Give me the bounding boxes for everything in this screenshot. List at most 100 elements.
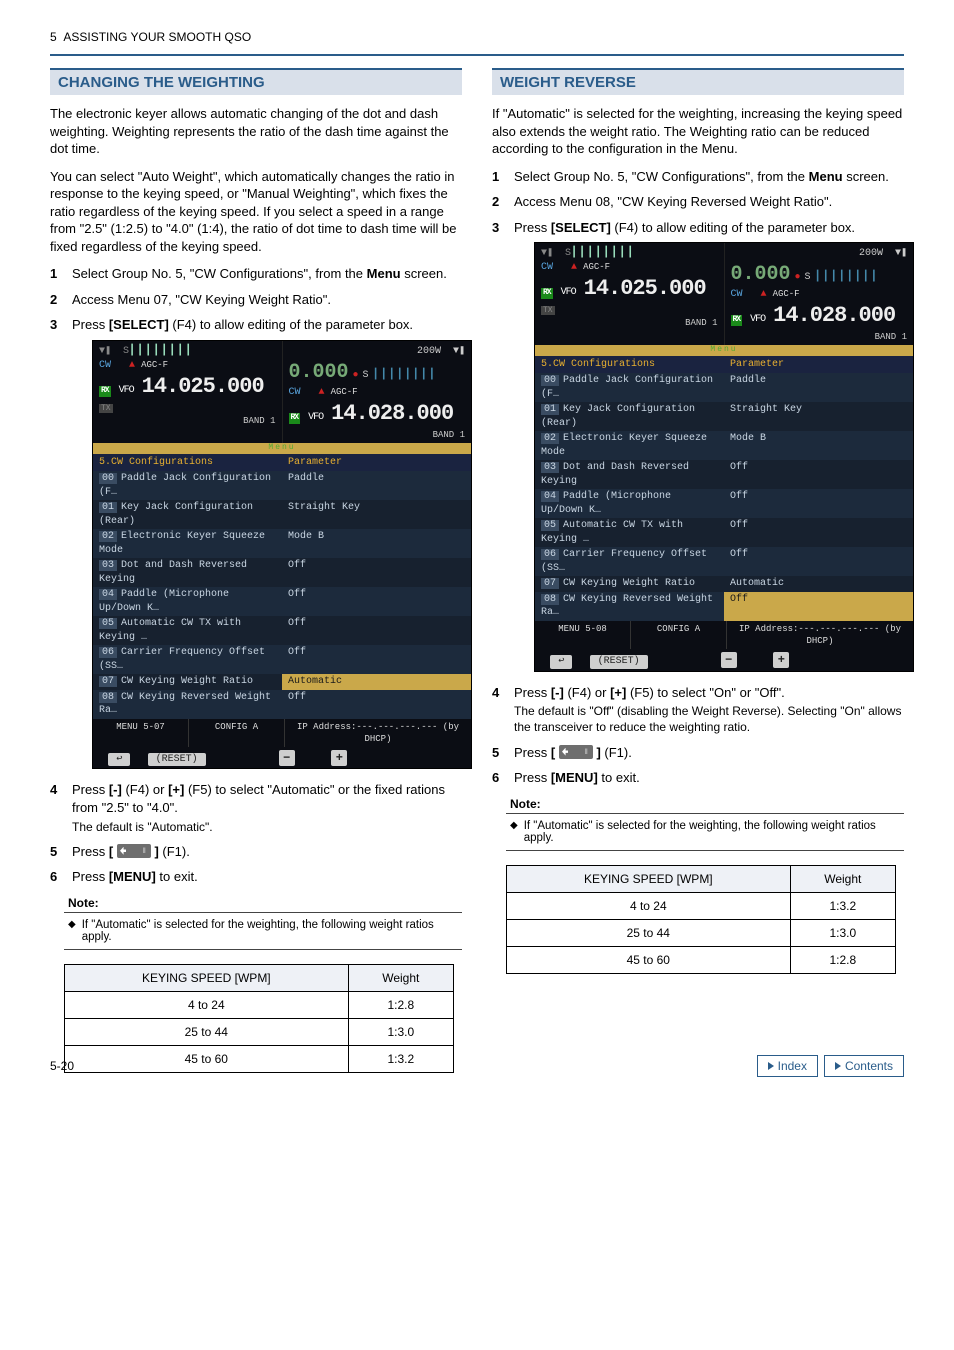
fig-param-row: 05Automatic CW TX with Keying …Off — [93, 616, 471, 645]
fig-param-row: 01Key Jack Configuration (Rear)Straight … — [535, 402, 913, 431]
contents-label: Contents — [845, 1059, 893, 1073]
tx-badge: TX — [99, 404, 113, 413]
cell: 45 to 60 — [507, 946, 791, 973]
text: Press — [514, 770, 551, 785]
text: Press — [72, 844, 109, 859]
reset-label: (RESET) — [590, 655, 648, 669]
fig-param-row: 06Carrier Frequency Offset (SS…Off — [93, 645, 471, 674]
vfo2: VFO — [750, 313, 765, 327]
watt-label: 200W — [859, 248, 883, 259]
contents-button[interactable]: Contents — [824, 1055, 904, 1077]
bold: [SELECT] — [551, 220, 611, 235]
menu-strip: Menu — [93, 443, 471, 454]
section-title-left: CHANGING THE WEIGHTING — [50, 68, 462, 95]
triangle-icon — [835, 1062, 841, 1070]
config: CONFIG A — [189, 719, 285, 747]
page-footer: 5-20 Index Contents — [50, 1055, 904, 1077]
fig-param-row: 07CW Keying Weight RatioAutomatic — [535, 576, 913, 592]
note-body-left: ◆If "Automatic" is selected for the weig… — [64, 917, 462, 950]
index-label: Index — [778, 1059, 807, 1073]
fig-param-row: 03Dot and Dash Reversed KeyingOff — [535, 460, 913, 489]
rx-badge: RX — [99, 386, 111, 397]
bold: [-] — [109, 782, 122, 797]
cell: 1:3.2 — [790, 892, 895, 919]
chapter-num: 5 — [50, 30, 57, 44]
cell: 1:3.0 — [348, 1018, 453, 1045]
text: Press — [514, 745, 551, 760]
agc-label: AGC-F — [141, 360, 168, 370]
page-number: 5-20 — [50, 1059, 74, 1073]
bold: [+] — [610, 685, 626, 700]
watt-label: 200W — [417, 346, 441, 357]
param-header: Parameter — [282, 454, 471, 472]
right-step-6: Press [MENU] to exit. — [492, 769, 904, 787]
agc-label2: AGC-F — [773, 289, 800, 299]
vfo2: VFO — [308, 411, 323, 425]
diamond-icon: ◆ — [68, 919, 76, 943]
minus-btn: − — [721, 652, 737, 668]
band-right: BAND 1 — [289, 429, 466, 441]
back-key-icon — [559, 745, 593, 759]
config: CONFIG A — [631, 621, 727, 649]
group-header: 5.CW Configurations — [535, 356, 724, 374]
text: (F4) or — [564, 685, 610, 700]
substep: The default is "Off" (disabling the Weig… — [514, 703, 904, 735]
rx-badge2: RX — [289, 413, 301, 424]
bold: Menu — [367, 266, 401, 281]
fig-param-row: 00Paddle Jack Configuration (F…Paddle — [535, 373, 913, 402]
text: (F4) or — [122, 782, 168, 797]
bold: [+] — [168, 782, 184, 797]
agc-label: AGC-F — [583, 262, 610, 272]
section-title-right: WEIGHT REVERSE — [492, 68, 904, 95]
fig-param-row: 04Paddle (Microphone Up/Down K…Off — [535, 489, 913, 518]
band-left: BAND 1 — [99, 415, 276, 427]
freq-left: 14.025.000 — [142, 372, 264, 402]
cell: 4 to 24 — [65, 991, 349, 1018]
fig-param-row: 01Key Jack Configuration (Rear)Straight … — [93, 500, 471, 529]
menu-idx: MENU 5-08 — [535, 621, 631, 649]
param-header: Parameter — [724, 356, 913, 374]
right-paragraph-1: If "Automatic" is selected for the weigh… — [492, 105, 904, 158]
text: Select Group No. 5, "CW Configurations",… — [72, 266, 367, 281]
fig-param-row: 07CW Keying Weight RatioAutomatic — [93, 674, 471, 690]
bold: [ — [109, 844, 113, 859]
cell: 25 to 44 — [65, 1018, 349, 1045]
two-column-layout: CHANGING THE WEIGHTING The electronic ke… — [50, 68, 904, 1073]
freq-right: 14.028.000 — [773, 301, 895, 331]
zero-freq: 0.000 — [731, 261, 791, 288]
fig-rows-left: 00Paddle Jack Configuration (F…Paddle01K… — [93, 471, 471, 719]
cw-label2: CW — [731, 289, 743, 300]
cell: 1:2.8 — [790, 946, 895, 973]
freq-left: 14.025.000 — [584, 274, 706, 304]
th-speed: KEYING SPEED [WPM] — [507, 865, 791, 892]
bold: [MENU] — [109, 869, 156, 884]
right-steps: Select Group No. 5, "CW Configurations",… — [492, 168, 904, 787]
index-button[interactable]: Index — [757, 1055, 818, 1077]
back-icon: ↩ — [550, 655, 572, 669]
back-icon: ↩ — [108, 753, 130, 767]
minus-btn: − — [279, 750, 295, 766]
agc-label2: AGC-F — [331, 387, 358, 397]
text: Press — [72, 317, 109, 332]
th-weight: Weight — [348, 964, 453, 991]
cell: 1:2.8 — [348, 991, 453, 1018]
bold: [-] — [551, 685, 564, 700]
zero-freq: 0.000 — [289, 359, 349, 386]
menu-strip: Menu — [535, 345, 913, 356]
cell: 1:3.0 — [790, 919, 895, 946]
text: screen. — [843, 169, 889, 184]
bold: [ — [551, 745, 555, 760]
cw-label: CW — [99, 360, 111, 371]
left-step-3: Press [SELECT] (F4) to allow editing of … — [50, 316, 462, 769]
right-column: WEIGHT REVERSE If "Automatic" is selecte… — [492, 68, 904, 1073]
plus-btn: + — [773, 652, 789, 668]
text: (F1). — [601, 745, 632, 760]
fig-rows-right: 00Paddle Jack Configuration (F…Paddle01K… — [535, 373, 913, 621]
left-step-4: Press [-] (F4) or [+] (F5) to select "Au… — [50, 781, 462, 834]
cell: 25 to 44 — [507, 919, 791, 946]
bold: [SELECT] — [109, 317, 169, 332]
fig-param-row: 05Automatic CW TX with Keying …Off — [535, 518, 913, 547]
rx-badge2: RX — [731, 315, 743, 326]
left-step-5: Press [ ] (F1). — [50, 843, 462, 861]
text: (F4) to allow editing of the parameter b… — [611, 220, 855, 235]
